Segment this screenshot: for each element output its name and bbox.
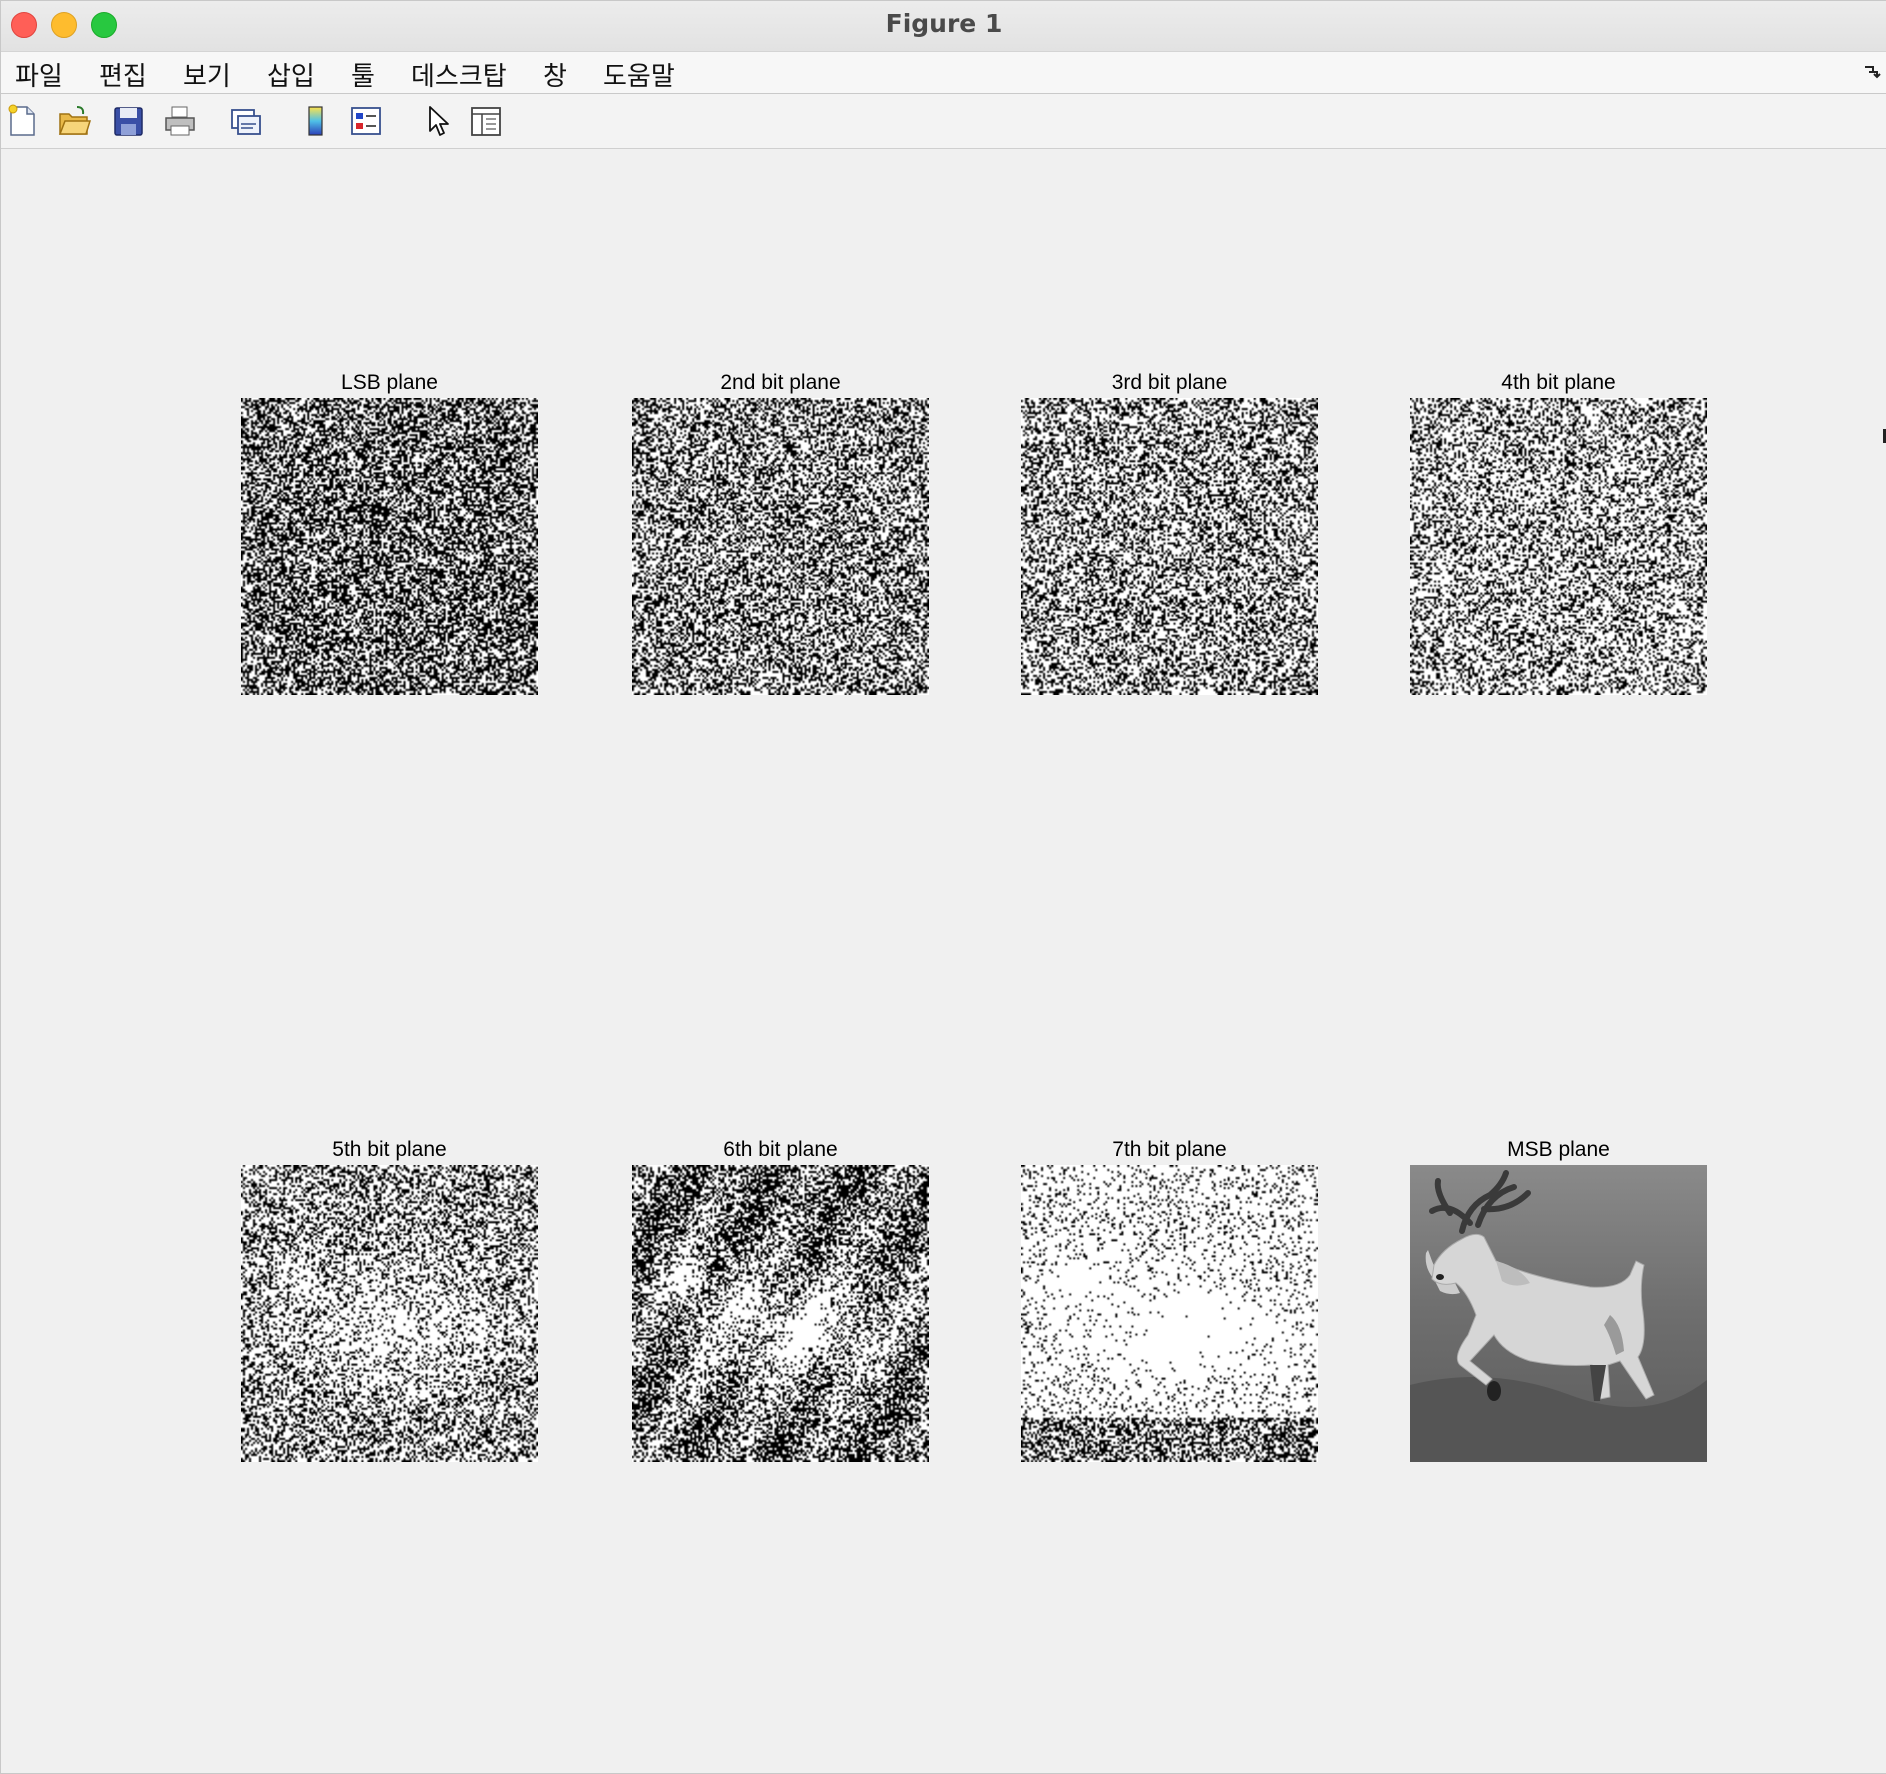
subplot-title: LSB plane xyxy=(341,371,438,394)
title-bar: Figure 1 xyxy=(1,1,1886,52)
bit-plane-image xyxy=(1021,398,1318,695)
bit-plane-image xyxy=(241,1165,538,1462)
edit-plot-pointer-icon[interactable] xyxy=(421,104,455,138)
subplot-title: 2nd bit plane xyxy=(720,371,841,394)
menu-insert[interactable]: 삽입 xyxy=(267,56,315,93)
figure-toolbar xyxy=(1,94,1886,149)
bit-plane-image xyxy=(241,398,538,695)
new-figure-icon[interactable] xyxy=(5,104,39,138)
menu-view[interactable]: 보기 xyxy=(183,56,231,93)
open-file-icon[interactable] xyxy=(57,104,91,138)
figure-canvas: LSB plane 2nd bit plane 3rd bit plane 4t… xyxy=(1,149,1886,1773)
menu-window[interactable]: 창 xyxy=(543,56,567,93)
menu-bar: 파일 편집 보기 삽입 툴 데스크탑 창 도움말 xyxy=(1,52,1886,94)
menu-help[interactable]: 도움말 xyxy=(603,56,675,93)
bit-plane-image xyxy=(632,1165,929,1462)
insert-legend-icon[interactable] xyxy=(349,104,383,138)
bit-plane-image xyxy=(632,398,929,695)
figure-window: Figure 1 파일 편집 보기 삽입 툴 데스크탑 창 도움말 LSB pl… xyxy=(0,0,1886,1774)
subplot-title: 3rd bit plane xyxy=(1111,371,1228,394)
bit-plane-image xyxy=(1410,398,1707,695)
reindeer-grayscale-image xyxy=(1410,1165,1707,1462)
bit-plane-image xyxy=(1021,1165,1318,1462)
subplot-title: 4th bit plane xyxy=(1501,371,1616,394)
print-icon[interactable] xyxy=(163,104,197,138)
link-figure-icon[interactable] xyxy=(229,104,263,138)
subplot-title: 7th bit plane xyxy=(1112,1138,1227,1161)
menu-edit[interactable]: 편집 xyxy=(99,56,147,93)
subplot-title: MSB plane xyxy=(1507,1138,1610,1161)
menu-desktop[interactable]: 데스크탑 xyxy=(411,56,507,93)
subplot-title: 5th bit plane xyxy=(332,1138,447,1161)
menu-file[interactable]: 파일 xyxy=(15,56,63,93)
save-icon[interactable] xyxy=(111,104,145,138)
property-inspector-icon[interactable] xyxy=(469,104,503,138)
subplot-title: 6th bit plane xyxy=(723,1138,838,1161)
window-title: Figure 1 xyxy=(885,9,1003,38)
insert-colorbar-icon[interactable] xyxy=(299,104,333,138)
menu-tools[interactable]: 툴 xyxy=(351,56,375,93)
toolbar-dock-icon[interactable] xyxy=(1863,64,1881,80)
